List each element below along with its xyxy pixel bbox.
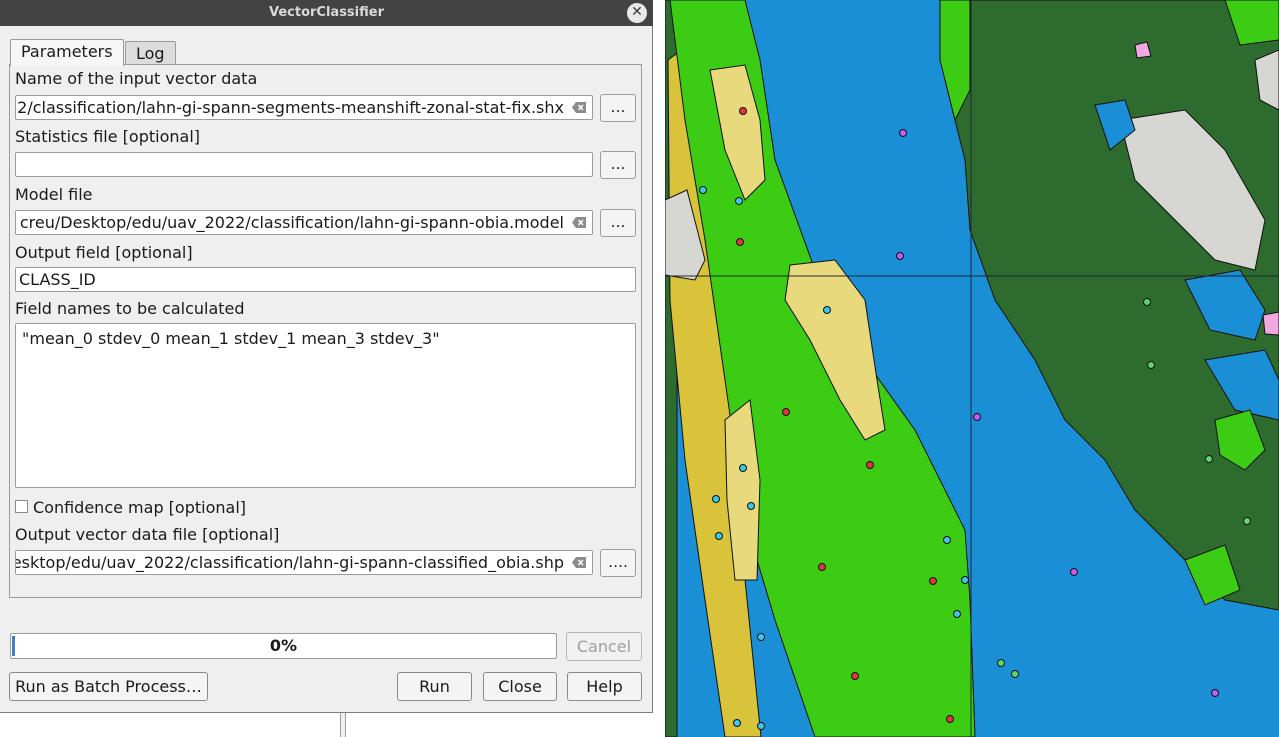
progress-fill [12,636,15,656]
model-file-value: creu/Desktop/edu/uav_2022/classification… [19,213,564,232]
run-batch-button[interactable]: Run as Batch Process… [9,672,208,701]
tab-log[interactable]: Log [125,41,176,65]
output-vector-value: esktop/edu/uav_2022/classification/lahn-… [15,553,564,572]
sample-point [736,238,744,246]
sample-point [1211,689,1219,697]
background-strip [0,713,665,737]
splitter-handle[interactable] [340,713,346,737]
help-button[interactable]: Help [567,672,642,701]
confidence-map-label: Confidence map [optional] [33,498,247,517]
sample-point [823,306,831,314]
pink-area [1262,311,1279,336]
window-title: VectorClassifier [269,5,384,20]
input-vector-label: Name of the input vector data [15,69,258,88]
output-vector-label: Output vector data file [optional] [15,525,280,544]
sample-point [757,633,765,641]
sample-point [739,107,747,115]
sample-point [735,197,743,205]
model-file-field[interactable]: creu/Desktop/edu/uav_2022/classification… [15,210,593,235]
progress-bar: 0% [10,633,557,659]
sample-point [899,129,907,137]
vector-classifier-dialog: VectorClassifier ✕ Parameters Log Name o… [0,0,653,713]
output-field-value: CLASS_ID [19,270,96,289]
sample-point [997,659,1005,667]
sample-point [782,408,790,416]
browse-model-button[interactable]: … [600,209,636,237]
sample-point [943,536,951,544]
close-icon[interactable]: ✕ [627,3,647,23]
output-field-label: Output field [optional] [15,243,193,262]
map-canvas[interactable] [665,0,1279,737]
close-button[interactable]: Close [483,672,557,701]
field-names-label: Field names to be calculated [15,299,245,318]
sample-point [1011,670,1019,678]
cancel-button[interactable]: Cancel [566,632,642,661]
sample-point [946,715,954,723]
sample-point [715,532,723,540]
sample-point [929,577,937,585]
browse-stats-button[interactable]: … [600,151,636,179]
run-button[interactable]: Run [397,672,472,701]
sample-point [757,722,765,730]
sample-point [1143,298,1151,306]
field-names-textarea[interactable]: "mean_0 stdev_0 mean_1 stdev_1 mean_3 st… [15,323,636,488]
progress-text: 0% [269,636,298,655]
sample-point [739,464,747,472]
sample-point [866,461,874,469]
output-vector-field[interactable]: esktop/edu/uav_2022/classification/lahn-… [15,550,593,575]
sample-point [851,672,859,680]
browse-input-button[interactable]: … [600,94,636,122]
clear-icon[interactable] [572,217,586,228]
sample-point [733,719,741,727]
tab-parameters[interactable]: Parameters [10,39,124,66]
field-names-value: "mean_0 stdev_0 mean_1 stdev_1 mean_3 st… [22,329,440,348]
sample-point [961,576,969,584]
sample-point [818,563,826,571]
sample-point [896,252,904,260]
clear-icon[interactable] [572,557,586,568]
model-file-label: Model file [15,185,93,204]
output-field-input[interactable]: CLASS_ID [15,267,636,292]
classified-map [665,0,1279,737]
sample-point [953,610,961,618]
browse-output-menu-button[interactable]: …. [600,549,636,577]
sample-point [699,186,707,194]
clear-icon[interactable] [572,102,586,113]
stats-file-label: Statistics file [optional] [15,127,201,146]
sample-point [747,502,755,510]
sample-point [1070,568,1078,576]
input-vector-field[interactable]: 2/classification/lahn-gi-spann-segments-… [15,95,593,120]
sample-point [1205,455,1213,463]
sample-point [973,413,981,421]
sample-point [712,495,720,503]
sample-point [1243,517,1251,525]
stats-file-field[interactable] [15,152,593,177]
confidence-map-checkbox[interactable] [15,500,28,513]
input-vector-value: 2/classification/lahn-gi-spann-segments-… [17,98,564,117]
sample-point [1147,361,1155,369]
title-bar[interactable]: VectorClassifier ✕ [0,0,653,26]
